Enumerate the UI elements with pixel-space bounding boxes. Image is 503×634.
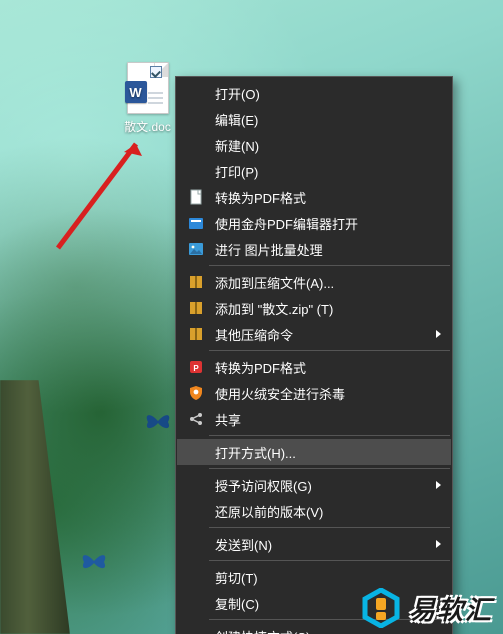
menu-item-other-zip[interactable]: 其他压缩命令 — [177, 321, 451, 347]
word-badge: W — [125, 81, 147, 103]
shield-icon — [185, 384, 207, 402]
menu-item-open-with[interactable]: 打开方式(H)... — [177, 439, 451, 465]
share-icon — [185, 410, 207, 428]
menu-item-label: 使用金舟PDF编辑器打开 — [215, 214, 423, 233]
menu-item-label: 编辑(E) — [215, 110, 423, 129]
blank — [185, 627, 207, 634]
menu-item-batch-image[interactable]: 进行 图片批量处理 — [177, 236, 451, 262]
menu-item-label: 其他压缩命令 — [215, 325, 423, 344]
desktop-wallpaper: W 散文.doc 打开(O) 编辑(E) 新建(N) 打印(P) 转换为PDF格式使用金… — [0, 0, 503, 634]
blank — [185, 502, 207, 520]
pdf-app-icon — [185, 214, 207, 232]
menu-separator — [209, 468, 450, 469]
watermark: 易软汇 — [361, 588, 493, 628]
watermark-text: 易软汇 — [409, 590, 493, 627]
archive-icon — [185, 299, 207, 317]
menu-item-label: 打印(P) — [215, 162, 423, 181]
menu-item-label: 使用火绒安全进行杀毒 — [215, 384, 423, 403]
chevron-right-icon — [436, 330, 441, 338]
page-icon — [185, 188, 207, 206]
menu-item-label: 新建(N) — [215, 136, 423, 155]
menu-item-grant-access[interactable]: 授予访问权限(G) — [177, 472, 451, 498]
image-icon — [185, 240, 207, 258]
blank — [185, 162, 207, 180]
menu-item-label: 打开方式(H)... — [215, 443, 423, 462]
menu-separator — [209, 265, 450, 266]
menu-item-label: 转换为PDF格式 — [215, 188, 423, 207]
archive-icon — [185, 273, 207, 291]
menu-item-label: 添加到 "散文.zip" (T) — [215, 299, 423, 318]
menu-separator — [209, 435, 450, 436]
blank — [185, 84, 207, 102]
menu-separator — [209, 350, 450, 351]
watermark-logo-icon — [361, 588, 401, 628]
menu-separator — [209, 560, 450, 561]
pdf-red-icon: P — [185, 358, 207, 376]
menu-separator — [209, 527, 450, 528]
menu-item-label: 授予访问权限(G) — [215, 476, 423, 495]
menu-item-label: 打开(O) — [215, 84, 423, 103]
menu-item-add-zip[interactable]: 添加到 "散文.zip" (T) — [177, 295, 451, 321]
menu-item-label: 进行 图片批量处理 — [215, 240, 423, 259]
menu-item-label: 添加到压缩文件(A)... — [215, 273, 423, 292]
blank — [185, 136, 207, 154]
menu-item-edit[interactable]: 编辑(E) — [177, 106, 451, 132]
blank — [185, 535, 207, 553]
file-checked-overlay — [150, 66, 162, 78]
menu-item-label: 发送到(N) — [215, 535, 423, 554]
blank — [185, 110, 207, 128]
menu-item-label: 还原以前的版本(V) — [215, 502, 423, 521]
menu-item-print[interactable]: 打印(P) — [177, 158, 451, 184]
menu-item-huorong[interactable]: 使用火绒安全进行杀毒 — [177, 380, 451, 406]
file-icon[interactable]: W 散文.doc — [120, 62, 175, 135]
blank — [185, 594, 207, 612]
blank — [185, 443, 207, 461]
chevron-right-icon — [436, 540, 441, 548]
annotation-arrow-1 — [44, 130, 164, 260]
archive-icon — [185, 325, 207, 343]
menu-item-open-jinshan[interactable]: 使用金舟PDF编辑器打开 — [177, 210, 451, 236]
chevron-right-icon — [436, 481, 441, 489]
file-thumbnail: W — [127, 62, 169, 114]
blank — [185, 476, 207, 494]
menu-item-add-archive[interactable]: 添加到压缩文件(A)... — [177, 269, 451, 295]
menu-item-to-pdf-2[interactable]: P 转换为PDF格式 — [177, 354, 451, 380]
blank — [185, 568, 207, 586]
menu-item-cut[interactable]: 剪切(T) — [177, 564, 451, 590]
wallpaper-tree — [0, 380, 70, 634]
menu-item-open[interactable]: 打开(O) — [177, 80, 451, 106]
butterfly-decor — [80, 550, 108, 572]
menu-item-send-to[interactable]: 发送到(N) — [177, 531, 451, 557]
menu-item-share[interactable]: 共享 — [177, 406, 451, 432]
menu-item-new[interactable]: 新建(N) — [177, 132, 451, 158]
menu-item-label: 剪切(T) — [215, 568, 423, 587]
menu-item-label: 转换为PDF格式 — [215, 358, 423, 377]
context-menu: 打开(O) 编辑(E) 新建(N) 打印(P) 转换为PDF格式使用金舟PDF编辑器打开… — [175, 76, 453, 634]
menu-item-restore[interactable]: 还原以前的版本(V) — [177, 498, 451, 524]
svg-text:P: P — [193, 364, 199, 373]
menu-item-label: 共享 — [215, 410, 423, 429]
butterfly-decor — [144, 410, 172, 432]
file-name-label: 散文.doc — [120, 118, 175, 135]
menu-item-to-pdf-1[interactable]: 转换为PDF格式 — [177, 184, 451, 210]
